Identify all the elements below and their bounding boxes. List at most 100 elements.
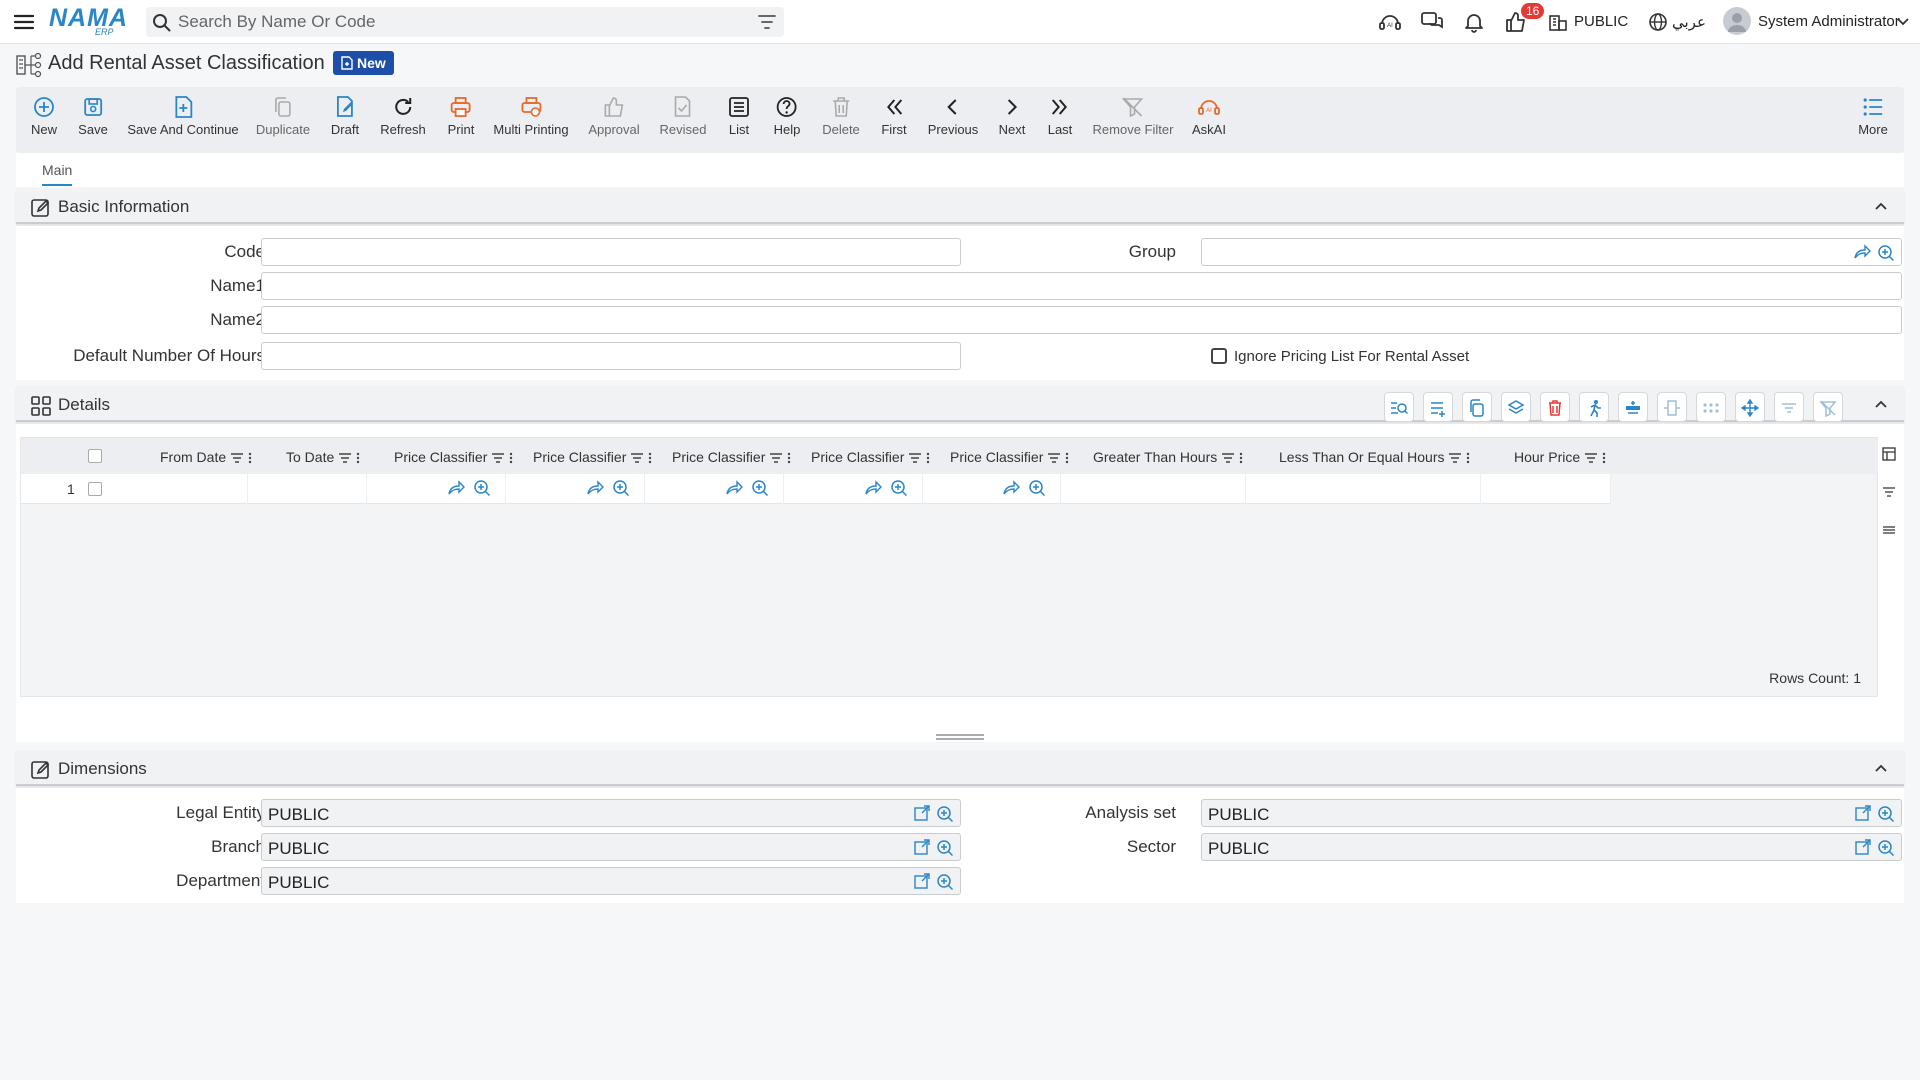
share-icon[interactable]	[725, 480, 743, 496]
table-cell[interactable]	[1246, 474, 1481, 504]
refresh-button[interactable]: Refresh	[380, 95, 426, 137]
table-row[interactable]: 1	[21, 474, 1611, 504]
move-icon[interactable]	[1735, 392, 1765, 422]
open-link-icon[interactable]	[1855, 805, 1871, 821]
open-link-icon[interactable]	[914, 873, 930, 889]
sector-field[interactable]: PUBLIC	[1201, 833, 1902, 861]
column-header[interactable]: Price Classifier	[533, 449, 652, 465]
search-input[interactable]	[178, 12, 738, 32]
column-filter-icon[interactable]	[1448, 449, 1462, 465]
column-menu-icon[interactable]	[1602, 449, 1606, 465]
share-icon[interactable]	[447, 480, 465, 496]
lines-icon[interactable]	[1882, 523, 1896, 537]
column-menu-icon[interactable]	[926, 449, 930, 465]
sort-filter-icon[interactable]	[1774, 392, 1804, 422]
last-button[interactable]: Last	[1048, 95, 1072, 137]
column-menu-icon[interactable]	[1065, 449, 1069, 465]
column-header[interactable]: From Date	[160, 449, 252, 465]
chevron-up-icon[interactable]	[1874, 199, 1888, 213]
default-hours-field[interactable]	[261, 342, 961, 370]
open-link-icon[interactable]	[914, 805, 930, 821]
name2-field[interactable]	[261, 306, 1902, 334]
table-cell[interactable]	[1481, 474, 1611, 504]
column-filter-icon[interactable]	[1221, 449, 1235, 465]
column-filter-icon[interactable]	[630, 449, 644, 465]
ignore-pricing-checkbox[interactable]	[1211, 348, 1227, 364]
column-filter-icon[interactable]	[1047, 449, 1061, 465]
column-header[interactable]: To Date	[286, 449, 360, 465]
lookup-icon[interactable]	[936, 873, 954, 891]
save-button[interactable]: Save	[78, 95, 108, 137]
print-button[interactable]: Print	[448, 95, 474, 137]
revised-button[interactable]: Revised	[660, 95, 706, 137]
share-icon[interactable]	[1853, 244, 1871, 260]
section-dimensions[interactable]: Dimensions	[16, 750, 1904, 786]
help-button[interactable]: Help	[774, 95, 800, 137]
table-cell[interactable]	[248, 474, 367, 504]
grid-search-icon[interactable]	[1384, 392, 1414, 422]
table-cell[interactable]	[506, 474, 645, 504]
approval-button[interactable]: Approval	[588, 95, 640, 137]
language-switch[interactable]: عربي	[1672, 13, 1706, 31]
avatar[interactable]	[1723, 7, 1751, 35]
column-filter-icon[interactable]	[769, 449, 783, 465]
table-cell[interactable]	[784, 474, 923, 504]
column-menu-icon[interactable]	[356, 449, 360, 465]
lookup-icon[interactable]	[1028, 479, 1046, 497]
grid-dots-icon[interactable]	[1696, 392, 1726, 422]
share-icon[interactable]	[864, 480, 882, 496]
row-checkbox[interactable]	[88, 482, 102, 496]
logo[interactable]: NAMA ERP	[49, 4, 133, 38]
branch-field[interactable]: PUBLIC	[261, 833, 961, 861]
copy-row-icon[interactable]	[1462, 392, 1492, 422]
column-header[interactable]: Less Than Or Equal Hours	[1279, 449, 1470, 465]
ai-support-icon[interactable]: AI	[1378, 10, 1402, 34]
multi-printing-button[interactable]: Multi Printing	[493, 95, 569, 137]
user-name[interactable]: System Administrator	[1758, 13, 1900, 30]
more-button[interactable]: More	[1858, 95, 1888, 137]
name1-field[interactable]	[261, 272, 1902, 300]
columns-icon[interactable]	[1882, 447, 1896, 461]
menu-icon[interactable]	[12, 10, 36, 34]
delete-button[interactable]: Delete	[822, 95, 860, 137]
run-icon[interactable]	[1579, 392, 1609, 422]
column-header[interactable]: Hour Price	[1514, 449, 1606, 465]
column-filter-icon[interactable]	[1584, 449, 1598, 465]
section-basic-information[interactable]: Basic Information	[16, 188, 1904, 224]
column-menu-icon[interactable]	[648, 449, 652, 465]
share-icon[interactable]	[586, 480, 604, 496]
expand-column-icon[interactable]	[1657, 392, 1687, 422]
lookup-icon[interactable]	[612, 479, 630, 497]
table-cell[interactable]	[131, 474, 248, 504]
open-link-icon[interactable]	[1855, 839, 1871, 855]
entity-label[interactable]: PUBLIC	[1574, 13, 1628, 30]
bell-icon[interactable]	[1462, 10, 1486, 34]
column-filter-icon[interactable]	[338, 449, 352, 465]
lookup-icon[interactable]	[473, 479, 491, 497]
department-field[interactable]: PUBLIC	[261, 867, 961, 895]
column-header[interactable]: Price Classifier	[811, 449, 930, 465]
clear-filter-icon[interactable]	[1813, 392, 1843, 422]
next-button[interactable]: Next	[999, 95, 1025, 137]
filter-icon[interactable]	[1882, 485, 1896, 499]
globe-icon[interactable]	[1648, 12, 1668, 32]
resize-handle[interactable]	[936, 734, 984, 740]
list-button[interactable]: List	[727, 95, 751, 137]
column-filter-icon[interactable]	[908, 449, 922, 465]
table-cell[interactable]	[367, 474, 506, 504]
askai-button[interactable]: AI AskAI	[1192, 95, 1226, 137]
column-menu-icon[interactable]	[509, 449, 513, 465]
table-cell[interactable]	[645, 474, 784, 504]
remove-filter-button[interactable]: Remove Filter	[1093, 95, 1173, 137]
analysis-set-field[interactable]: PUBLIC	[1201, 799, 1902, 827]
table-cell[interactable]	[923, 474, 1061, 504]
lookup-icon[interactable]	[751, 479, 769, 497]
legal-entity-field[interactable]: PUBLIC	[261, 799, 961, 827]
column-menu-icon[interactable]	[1239, 449, 1243, 465]
insert-row-icon[interactable]	[1618, 392, 1648, 422]
chat-icon[interactable]	[1420, 10, 1444, 34]
chevron-up-icon[interactable]	[1874, 761, 1888, 775]
column-header[interactable]: Price Classifier	[672, 449, 791, 465]
open-link-icon[interactable]	[914, 839, 930, 855]
code-field[interactable]	[261, 238, 961, 266]
